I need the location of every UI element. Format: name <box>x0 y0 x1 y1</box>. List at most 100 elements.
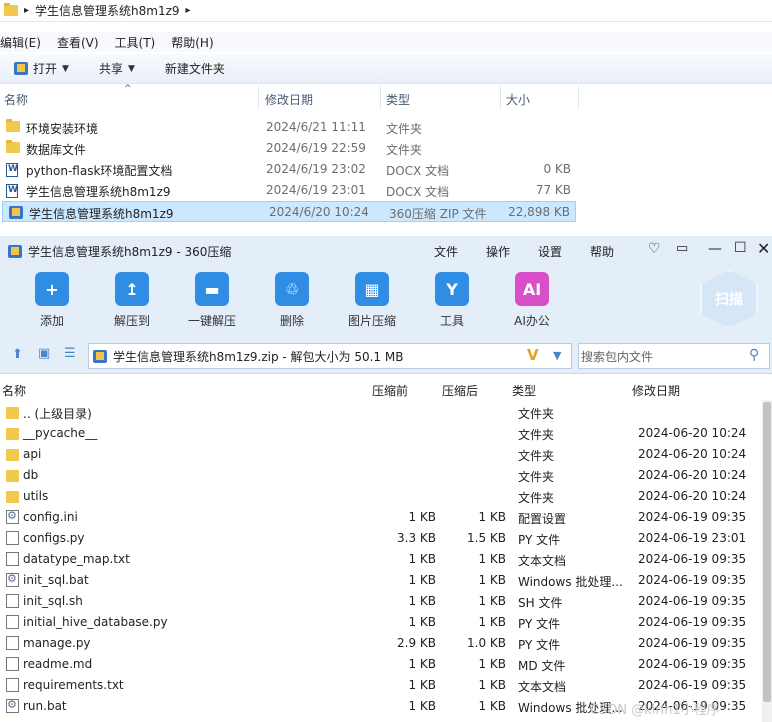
archive-row[interactable]: configs.py 3.3 KB 1.5 KB PY 文件 2024-06-19 23… <box>0 528 762 549</box>
app-logo-icon <box>8 244 22 258</box>
list-view-icon[interactable]: ☰ <box>64 346 76 361</box>
maximize-icon[interactable]: ☐ <box>734 240 747 256</box>
one-click-extract-icon: ▬ <box>195 272 229 306</box>
col-type[interactable]: 类型 <box>386 91 410 108</box>
toolbar-tools-button[interactable]: Y 工具 <box>422 272 482 329</box>
file-name: 数据库文件 <box>26 143 87 157</box>
search-icon[interactable]: ⚲ <box>749 347 759 363</box>
skin-icon[interactable]: ♡ <box>648 241 661 257</box>
zip-menu-operate[interactable]: 操作 <box>486 243 510 260</box>
archive-size-after: 1 KB <box>478 594 506 608</box>
archive-size-before: 1 KB <box>408 699 436 713</box>
file-row[interactable]: 环境安装环境 2024/6/21 11:11 文件夹 <box>0 117 772 138</box>
zip-menu-help[interactable]: 帮助 <box>590 243 614 260</box>
minimize-icon[interactable]: — <box>708 241 722 257</box>
folder-icon <box>6 428 19 440</box>
archive-row[interactable]: init_sql.bat 1 KB 1 KB Windows 批处理... 2024-0… <box>0 570 762 591</box>
archive-row[interactable]: .. (上级目录) 文件夹 <box>0 402 762 423</box>
delete-icon: ♲ <box>275 272 309 306</box>
archive-row[interactable]: init_sql.sh 1 KB 1 KB SH 文件 2024-06-19 09:35 <box>0 591 762 612</box>
archive-row[interactable]: initial_hive_database.py 1 KB 1 KB PY 文件 202… <box>0 612 762 633</box>
address-arrow-left[interactable]: ▸ <box>24 5 29 16</box>
open-button[interactable]: 打开 ▼ <box>14 60 69 77</box>
folder-icon <box>4 3 18 16</box>
zcol-name[interactable]: 名称 <box>2 382 26 399</box>
menu-edit[interactable]: 编辑(E) <box>0 34 41 51</box>
menu-view[interactable]: 查看(V) <box>57 34 99 51</box>
zcol-before[interactable]: 压缩前 <box>372 382 408 399</box>
archive-row[interactable]: utils 文件夹 2024-06-20 10:24 <box>0 486 762 507</box>
archive-row[interactable]: __pycache__ 文件夹 2024-06-20 10:24 <box>0 423 762 444</box>
new-folder-label: 新建文件夹 <box>164 62 225 76</box>
toolbar-label: 添加 <box>39 314 64 328</box>
archive-size-after: 1 KB <box>478 678 506 692</box>
file-row[interactable]: 学生信息管理系统h8m1z9 2024/6/20 10:24 360压缩 ZIP 文… <box>2 201 576 222</box>
tools-icon: Y <box>435 272 469 306</box>
archive-file-type: PY 文件 <box>518 617 561 631</box>
archive-file-date: 2024-06-20 10:24 <box>638 447 747 461</box>
file-name: python-flask环境配置文档 <box>26 164 173 178</box>
scrollbar-thumb[interactable] <box>763 402 771 702</box>
file-row[interactable]: 数据库文件 2024/6/19 22:59 文件夹 <box>0 138 772 159</box>
watermark: CSDN @kirin1小程序 <box>590 703 720 718</box>
zcol-modified[interactable]: 修改日期 <box>632 382 680 399</box>
folder-icon <box>6 491 19 503</box>
archive-row[interactable]: api 文件夹 2024-06-20 10:24 <box>0 444 762 465</box>
toolbar-label: 删除 <box>279 314 304 328</box>
file-row[interactable]: 学生信息管理系统h8m1z9 2024/6/19 23:01 DOCX 文档 77 K… <box>0 180 772 201</box>
thumbnail-view-icon[interactable]: ▣ <box>38 346 50 361</box>
new-folder-button[interactable]: 新建文件夹 <box>165 60 225 77</box>
toolbar-delete-button[interactable]: ♲ 删除 <box>262 272 322 329</box>
v-logo-icon[interactable]: V <box>527 346 539 364</box>
toolbar-image-compress-button[interactable]: ▦ 图片压缩 <box>342 272 402 329</box>
file-name: 环境安装环境 <box>26 122 99 136</box>
archive-file-type: 文件夹 <box>518 470 555 484</box>
archive-file-type: SH 文件 <box>518 596 563 610</box>
zip-menu-settings[interactable]: 设置 <box>538 243 562 260</box>
share-button[interactable]: 共享 ▼ <box>99 60 135 77</box>
zcol-after[interactable]: 压缩后 <box>442 382 478 399</box>
toolbar-extract-to-button[interactable]: ↥ 解压到 <box>102 272 162 329</box>
vertical-scrollbar[interactable] <box>762 400 772 722</box>
archive-size-before: 2.9 KB <box>397 636 436 650</box>
window-title: 学生信息管理系统h8m1z9 - 360压缩 <box>28 244 232 259</box>
file-date: 2024/6/19 22:59 <box>266 141 366 155</box>
toolbar-add-button[interactable]: + 添加 <box>22 272 82 329</box>
zip-menu-file[interactable]: 文件 <box>434 243 458 260</box>
col-modified[interactable]: 修改日期 <box>265 91 313 108</box>
archive-row[interactable]: db 文件夹 2024-06-20 10:24 <box>0 465 762 486</box>
scan-button[interactable]: 扫描 <box>700 270 758 328</box>
zip-title-bar: 学生信息管理系统h8m1z9 - 360压缩 文件 操作 设置 帮助 ♡ ▭ —… <box>0 236 772 266</box>
zcol-type[interactable]: 类型 <box>512 382 536 399</box>
zip-icon <box>14 62 28 75</box>
col-name[interactable]: 名称 <box>4 91 28 108</box>
address-bar[interactable]: ▸ 学生信息管理系统h8m1z9 ▸ <box>0 0 772 22</box>
archive-row[interactable]: manage.py 2.9 KB 1.0 KB PY 文件 2024-06-19 09:… <box>0 633 762 654</box>
archive-row[interactable]: config.ini 1 KB 1 KB 配置设置 2024-06-19 09:35 <box>0 507 762 528</box>
archive-path-box[interactable]: 学生信息管理系统h8m1z9.zip - 解包大小为 50.1 MB V ▼ <box>88 343 572 369</box>
toolbar-ai-office-button[interactable]: AI AI办公 <box>502 272 562 329</box>
feedback-icon[interactable]: ▭ <box>676 241 688 256</box>
address-path[interactable]: 学生信息管理系统h8m1z9 <box>35 2 180 19</box>
archive-file-date: 2024-06-20 10:24 <box>638 426 747 440</box>
archive-size-after: 1.5 KB <box>467 531 506 545</box>
archive-row[interactable]: datatype_map.txt 1 KB 1 KB 文本文档 2024-06-19 0… <box>0 549 762 570</box>
file-row[interactable]: python-flask环境配置文档 2024/6/19 23:02 DOCX 文档… <box>0 159 772 180</box>
zip-icon <box>93 349 107 363</box>
close-icon[interactable]: ✕ <box>757 239 770 258</box>
address-arrow-right[interactable]: ▸ <box>186 5 191 16</box>
menu-help[interactable]: 帮助(H) <box>171 34 213 51</box>
file-icon <box>6 657 19 671</box>
menu-bar: 编辑(E) 查看(V) 工具(T) 帮助(H) <box>0 32 772 52</box>
archive-row[interactable]: readme.md 1 KB 1 KB MD 文件 2024-06-19 09:35 <box>0 654 762 675</box>
explorer-column-header: 名称 ^ 修改日期 类型 大小 <box>0 84 772 112</box>
menu-tools[interactable]: 工具(T) <box>115 34 156 51</box>
toolbar-one-click-extract-button[interactable]: ▬ 一键解压 <box>182 272 242 329</box>
up-arrow-icon[interactable]: ⬆ <box>12 347 23 362</box>
archive-search-input[interactable]: 搜索包内文件 ⚲ <box>578 343 770 369</box>
chevron-down-icon[interactable]: ▼ <box>553 349 561 362</box>
archive-file-date: 2024-06-19 09:35 <box>638 510 747 524</box>
archive-row[interactable]: requirements.txt 1 KB 1 KB 文本文档 2024-06-19 0… <box>0 675 762 696</box>
col-size[interactable]: 大小 <box>506 91 530 108</box>
archive-file-date: 2024-06-20 10:24 <box>638 489 747 503</box>
